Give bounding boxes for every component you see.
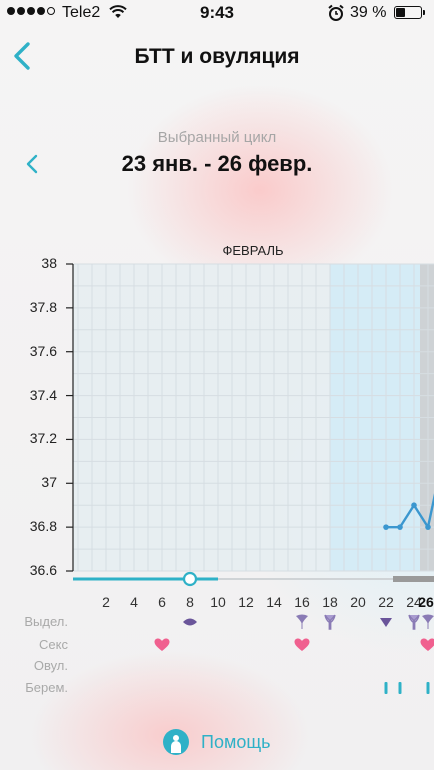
eye-discharge-icon[interactable] [182, 614, 198, 630]
help-person-icon [163, 729, 189, 755]
tracker-row-label: Берем. [25, 680, 68, 695]
tracker-row-label: Овул. [33, 658, 68, 673]
heart-icon[interactable] [154, 637, 170, 653]
tracker-rows: Выдел. Секс Овул. Берем. [0, 0, 434, 700]
heart-icon[interactable] [294, 637, 310, 653]
discharge-drop-icon[interactable] [420, 614, 434, 630]
test-strip-icon[interactable] [392, 680, 408, 696]
tracker-row-label: Выдел. [24, 614, 68, 629]
tracker-row-label: Секс [39, 637, 68, 652]
help-label: Помощь [201, 731, 271, 752]
help-button[interactable]: Помощь [163, 727, 271, 757]
heart-icon[interactable] [420, 637, 434, 653]
discharge-drop-icon[interactable] [294, 614, 310, 630]
test-strip-icon[interactable] [420, 680, 434, 696]
discharge-diamond-icon[interactable] [378, 614, 394, 630]
discharge-split-icon[interactable] [322, 614, 338, 630]
